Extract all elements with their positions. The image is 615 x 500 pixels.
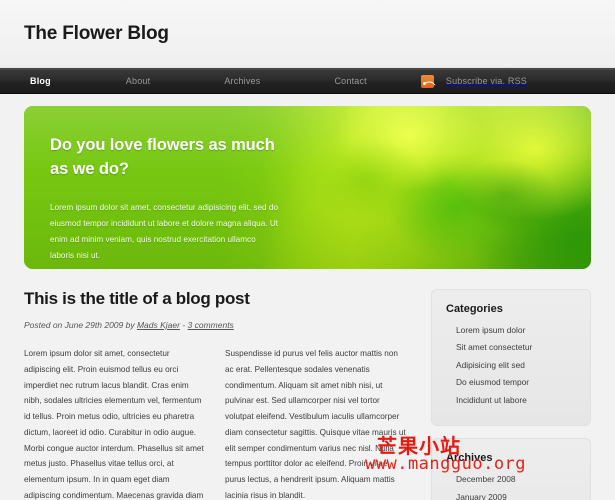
categories-list: Lorem ipsum dolor Sit amet consectetur A… xyxy=(446,324,576,407)
sidebar: Categories Lorem ipsum dolor Sit amet co… xyxy=(431,289,591,500)
category-link[interactable]: Adipisicing elit sed xyxy=(446,359,576,372)
archive-link[interactable]: December 2008 xyxy=(446,473,576,486)
post-column-right: Suspendisse id purus vel felis auctor ma… xyxy=(225,349,406,500)
post-meta-prefix: Posted on June 29th 2009 by xyxy=(24,320,137,330)
categories-title: Categories xyxy=(446,303,503,315)
nav-item-blog[interactable]: Blog xyxy=(24,76,57,86)
main-navigation: Blog About Archives Contact Subscribe vi… xyxy=(0,68,615,94)
site-title: The Flower Blog xyxy=(24,22,169,44)
widget-archives: Archives December 2008 January 2009 Febr… xyxy=(431,438,591,500)
archive-link[interactable]: January 2009 xyxy=(446,491,576,500)
rss-icon xyxy=(420,74,434,88)
category-link[interactable]: Incididunt ut labore xyxy=(446,394,576,407)
hero-banner: Do you love flowers as much as we do? Lo… xyxy=(24,106,591,269)
list-item: Sit amet consectetur xyxy=(446,341,576,354)
post-title: This is the title of a blog post xyxy=(24,289,250,308)
post-author-link[interactable]: Mads Kjaer xyxy=(137,320,180,330)
nav-item-contact[interactable]: Contact xyxy=(328,76,372,86)
category-link[interactable]: Do eiusmod tempor xyxy=(446,376,576,389)
post-column-left: Lorem ipsum dolor sit amet, consectetur … xyxy=(24,349,204,500)
rss-subscribe-link[interactable]: Subscribe via. RSS xyxy=(420,74,533,88)
list-item: January 2009 xyxy=(446,491,576,500)
hero-body-text: Lorem ipsum dolor sit amet, consectetur … xyxy=(50,202,279,260)
list-item: Lorem ipsum dolor xyxy=(446,324,576,337)
post-columns: Lorem ipsum dolor sit amet, consectetur … xyxy=(24,346,409,500)
widget-categories: Categories Lorem ipsum dolor Sit amet co… xyxy=(431,289,591,427)
hero-heading: Do you love flowers as much as we do? xyxy=(50,136,275,179)
post-content: This is the title of a blog post Posted … xyxy=(24,289,409,500)
list-item: Incididunt ut labore xyxy=(446,394,576,407)
site-header: The Flower Blog xyxy=(0,0,615,68)
nav-item-about[interactable]: About xyxy=(120,76,157,86)
list-item: December 2008 xyxy=(446,473,576,486)
main-layout: This is the title of a blog post Posted … xyxy=(0,269,615,500)
archives-title: Archives xyxy=(446,452,493,465)
post-comments-link[interactable]: 3 comments xyxy=(188,320,234,330)
nav-item-archives[interactable]: Archives xyxy=(218,76,266,86)
rss-subscribe-label: Subscribe via. RSS xyxy=(445,76,528,86)
hero-section-wrapper: Do you love flowers as much as we do? Lo… xyxy=(0,94,615,269)
post-meta-separator: - xyxy=(179,320,188,330)
hero-content: Do you love flowers as much as we do? Lo… xyxy=(50,133,282,264)
archives-list: December 2008 January 2009 February 2009… xyxy=(446,473,576,500)
post-meta: Posted on June 29th 2009 by Mads Kjaer -… xyxy=(24,320,409,330)
list-item: Adipisicing elit sed xyxy=(446,359,576,372)
category-link[interactable]: Sit amet consectetur xyxy=(446,341,576,354)
list-item: Do eiusmod tempor xyxy=(446,376,576,389)
category-link[interactable]: Lorem ipsum dolor xyxy=(446,324,576,337)
